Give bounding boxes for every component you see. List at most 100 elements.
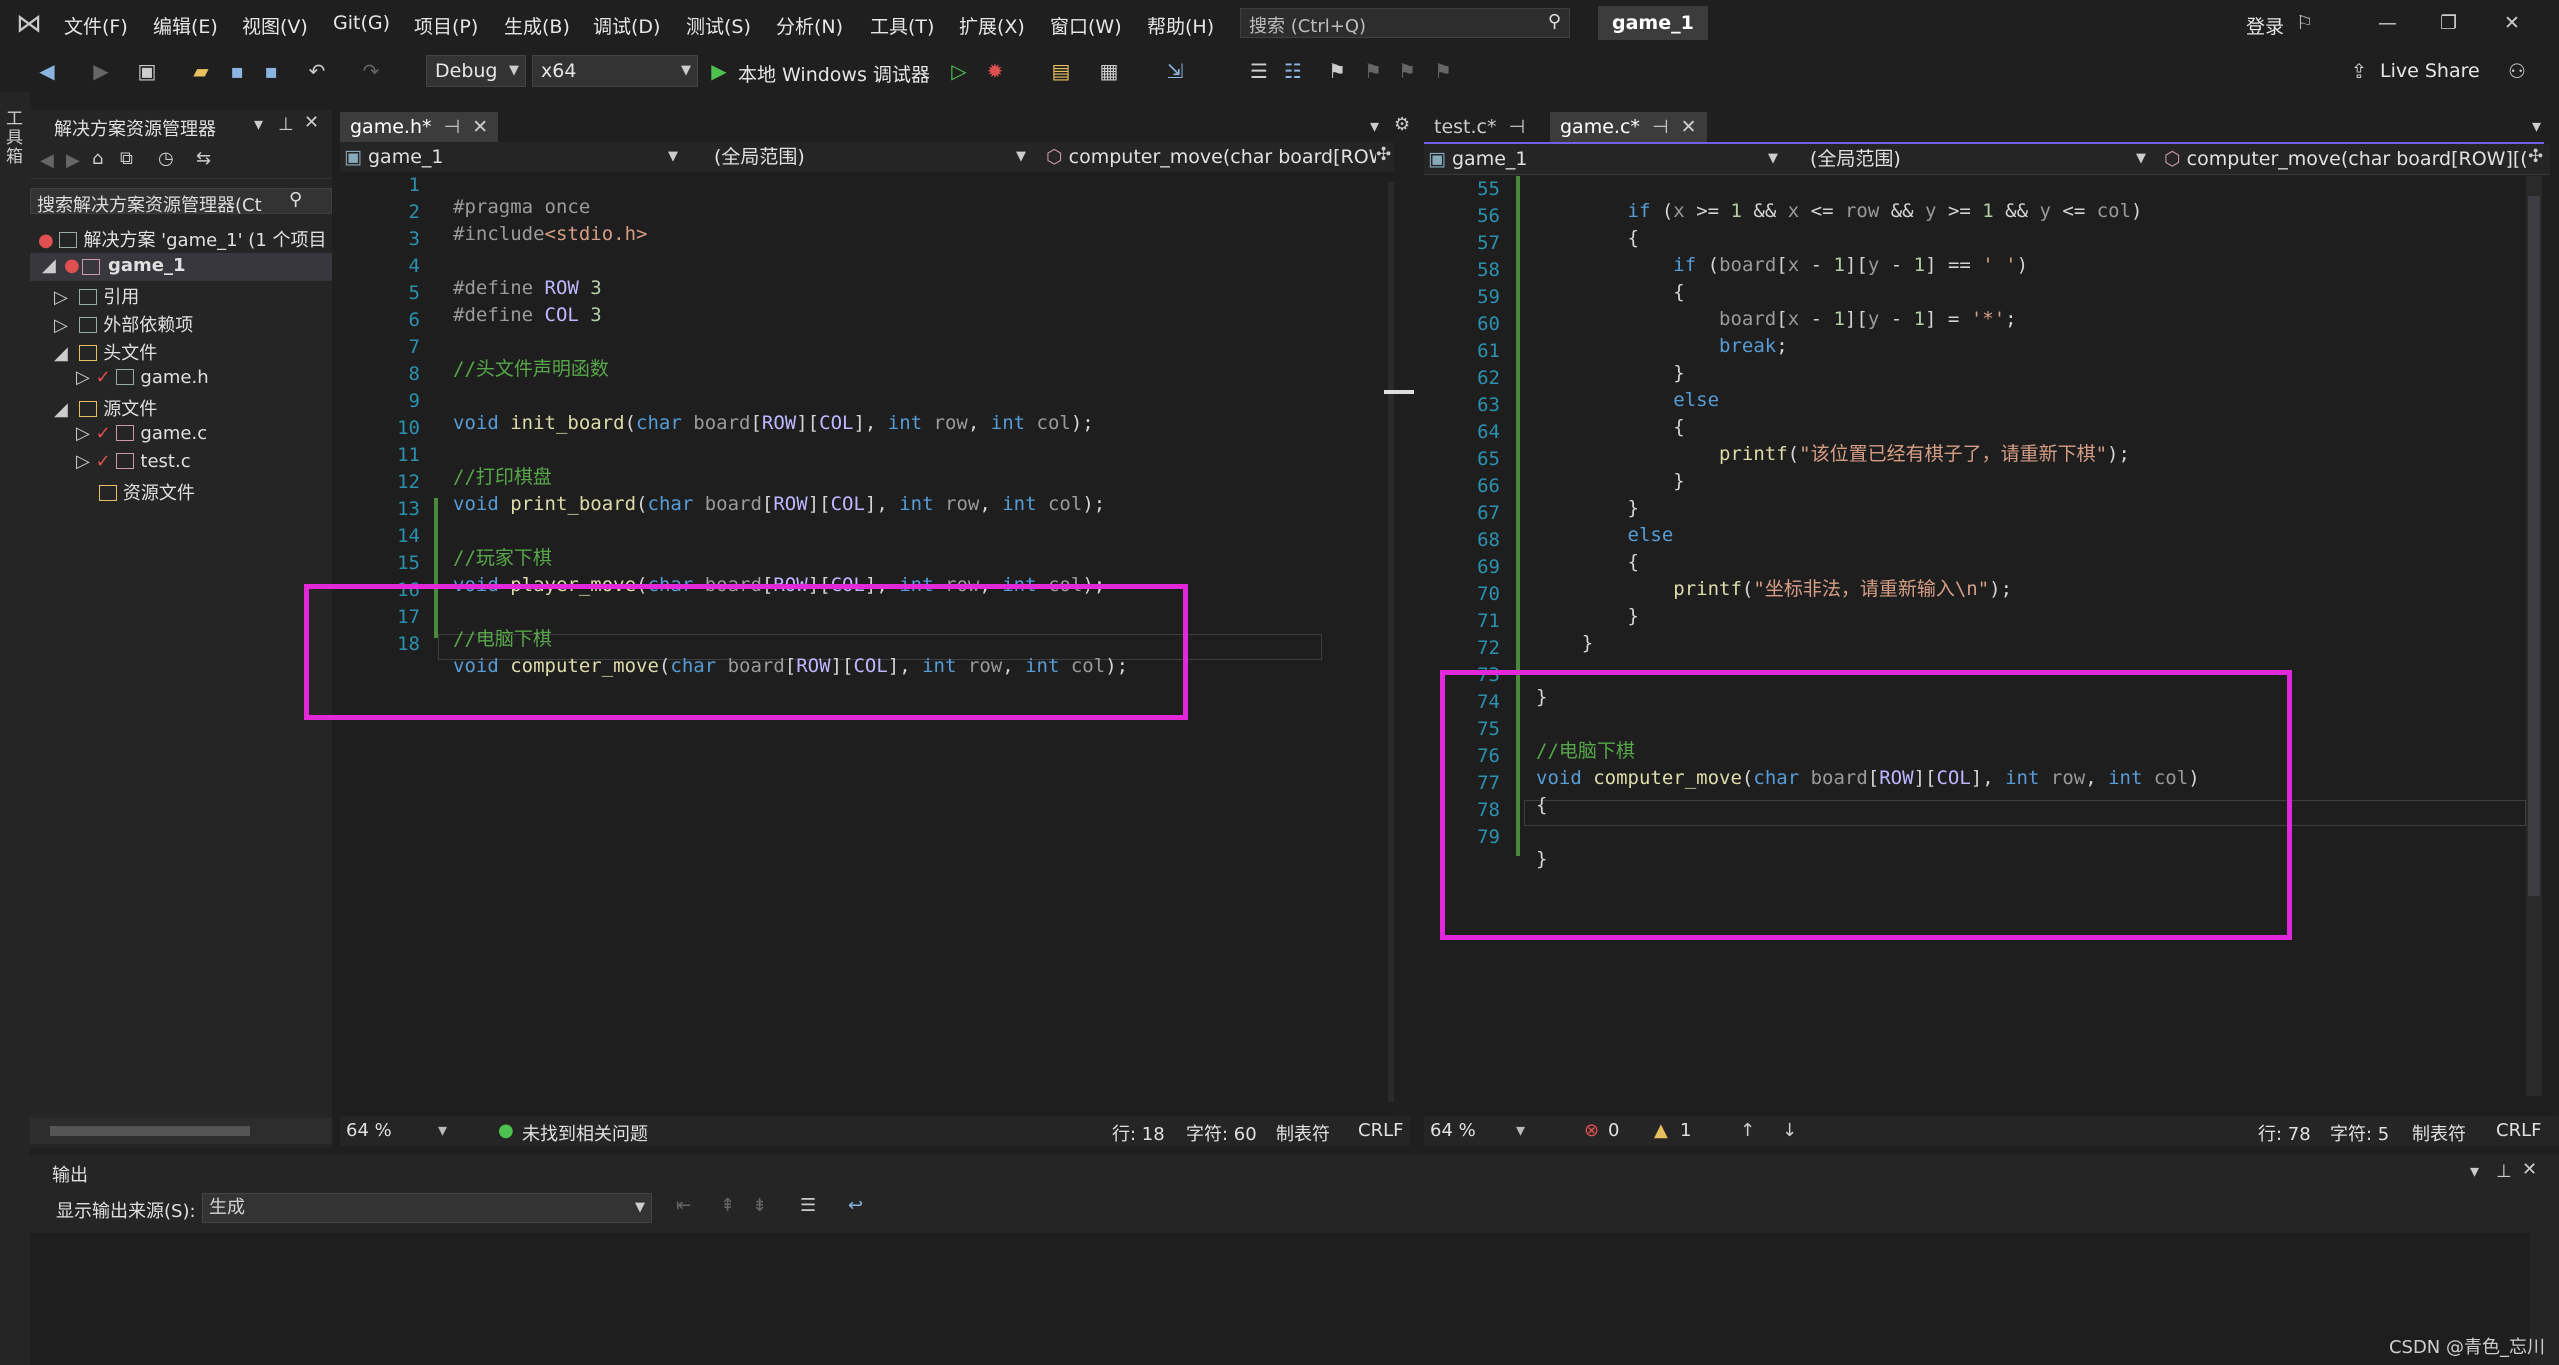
tab-pin-icon[interactable]: ⊣ bbox=[444, 116, 461, 138]
live-share-button[interactable]: Live Share bbox=[2380, 60, 2480, 82]
new-project-icon[interactable]: ▣ bbox=[136, 60, 158, 82]
menu-edit[interactable]: 编辑(E) bbox=[153, 12, 218, 39]
right-split-icon[interactable]: ✣ bbox=[2528, 146, 2543, 167]
run-without-debug-icon[interactable]: ▷ bbox=[948, 60, 970, 82]
tab-test-c[interactable]: test.c* ⊣ bbox=[1424, 112, 1535, 142]
left-zoom[interactable]: 64 % bbox=[346, 1120, 392, 1141]
panel-options-icon[interactable]: ▾ bbox=[254, 114, 263, 135]
home-icon[interactable]: ⌂ bbox=[92, 148, 103, 169]
prev-issue-icon[interactable]: ↑ bbox=[1740, 1120, 1755, 1141]
tab-close-icon[interactable]: ✕ bbox=[1681, 116, 1697, 138]
menu-view[interactable]: 视图(V) bbox=[242, 12, 308, 39]
tab-close-icon[interactable]: ✕ bbox=[472, 116, 488, 138]
split-icon[interactable]: ✣ bbox=[1376, 144, 1391, 165]
back-icon[interactable]: ◀ bbox=[36, 60, 58, 82]
tree-resource-files[interactable]: 资源文件 bbox=[76, 479, 195, 505]
tree-solution[interactable]: ● 解决方案 'game_1' (1 个项目 bbox=[38, 226, 327, 252]
tab-pin-icon[interactable]: ⊣ bbox=[1509, 116, 1526, 138]
bookmark-prev-icon[interactable]: ⚑ bbox=[1362, 60, 1384, 82]
switch-view-icon[interactable]: ⧉ bbox=[120, 148, 133, 169]
right-tabs-mode[interactable]: 制表符 bbox=[2412, 1120, 2466, 1146]
menu-help[interactable]: 帮助(H) bbox=[1147, 12, 1214, 39]
right-nav-scope[interactable]: (全局范围) ▼ bbox=[1796, 144, 2152, 174]
sol-back-icon[interactable]: ◀ bbox=[40, 150, 54, 171]
sol-forward-icon[interactable]: ▶ bbox=[66, 150, 80, 171]
output-close-icon[interactable]: ✕ bbox=[2522, 1159, 2537, 1180]
account-pin-icon[interactable]: ⚐ bbox=[2296, 12, 2313, 34]
menu-project[interactable]: 项目(P) bbox=[414, 12, 478, 39]
sync-icon[interactable]: ⇆ bbox=[196, 148, 211, 169]
right-code-editor[interactable]: 55 56 57 58 59 60 61 62 63 64 65 66 67 68 69 70 71 7… bbox=[1424, 176, 2550, 1114]
find-message-icon[interactable]: ⇤ bbox=[676, 1195, 691, 1216]
tab-settings-icon[interactable]: ⚙ bbox=[1394, 114, 1410, 135]
tab-pin-icon[interactable]: ⊣ bbox=[1652, 116, 1669, 138]
close-panel-icon[interactable]: ✕ bbox=[304, 112, 319, 133]
next-message-icon[interactable]: ⇟ bbox=[752, 1195, 767, 1216]
pin-icon[interactable]: ⊥ bbox=[278, 114, 294, 135]
right-vscroll[interactable] bbox=[2526, 176, 2542, 1096]
tree-test-c[interactable]: ▷ ✓ test.c bbox=[76, 451, 191, 472]
left-nav-member[interactable]: ⬡ computer_move(char board[ROW bbox=[1046, 142, 1376, 172]
menu-debug[interactable]: 调试(D) bbox=[593, 12, 660, 39]
tab-list-icon[interactable]: ▾ bbox=[1370, 116, 1379, 137]
login-link[interactable]: 登录 bbox=[2246, 12, 2284, 39]
menu-window[interactable]: 窗口(W) bbox=[1050, 12, 1122, 39]
bookmark-icon[interactable]: ⚑ bbox=[1326, 60, 1348, 82]
search-box[interactable]: 搜索 (Ctrl+Q) ⚲ bbox=[1240, 8, 1570, 38]
next-issue-icon[interactable]: ↓ bbox=[1782, 1120, 1797, 1141]
right-nav-project[interactable]: ▣ game_1 ▼ bbox=[1428, 144, 1784, 174]
menu-extensions[interactable]: 扩展(X) bbox=[959, 12, 1025, 39]
solution-hscroll-thumb[interactable] bbox=[50, 1126, 250, 1136]
hot-reload-icon[interactable]: ✹ bbox=[984, 60, 1006, 82]
zoom-dropdown-icon[interactable]: ▾ bbox=[1516, 1120, 1525, 1141]
comment-icon[interactable]: ☰ bbox=[1248, 60, 1270, 82]
bookmark-clear-icon[interactable]: ⚑ bbox=[1432, 60, 1454, 82]
tree-external-deps[interactable]: ▷ 外部依赖项 bbox=[54, 311, 193, 337]
close-window-icon[interactable]: ✕ bbox=[2504, 12, 2520, 34]
minimize-icon[interactable]: — bbox=[2378, 12, 2397, 34]
prev-message-icon[interactable]: ⇞ bbox=[720, 1195, 735, 1216]
output-pin-icon[interactable]: ⊥ bbox=[2496, 1161, 2512, 1182]
platform-select[interactable]: x64 ▼ bbox=[532, 55, 698, 87]
tree-project[interactable]: ◢ ● game_1 bbox=[30, 253, 332, 281]
tree-header-files[interactable]: ◢ 头文件 bbox=[54, 339, 157, 365]
tree-source-files[interactable]: ◢ 源文件 bbox=[54, 395, 157, 421]
word-wrap-icon[interactable]: ↩ bbox=[848, 1195, 863, 1216]
run-debugger-button[interactable]: 本地 Windows 调试器 bbox=[738, 60, 930, 87]
save-all-icon[interactable]: ▪ bbox=[260, 60, 282, 82]
solution-search-box[interactable]: 搜索解决方案资源管理器(Ct ⚲ bbox=[30, 188, 332, 216]
solution-hscroll[interactable] bbox=[30, 1118, 332, 1144]
run-icon[interactable]: ▶ bbox=[708, 60, 730, 82]
clear-all-icon[interactable]: ☰ bbox=[800, 1195, 816, 1216]
save-icon[interactable]: ▪ bbox=[226, 60, 248, 82]
menu-build[interactable]: 生成(B) bbox=[504, 12, 570, 39]
tree-game-h[interactable]: ▷ ✓ game.h bbox=[76, 367, 209, 388]
menu-tools[interactable]: 工具(T) bbox=[870, 12, 934, 39]
live-share-icon[interactable]: ⇪ bbox=[2348, 60, 2370, 82]
right-vscroll-thumb[interactable] bbox=[2528, 196, 2540, 896]
left-tabs-mode[interactable]: 制表符 bbox=[1276, 1120, 1330, 1146]
left-vscroll[interactable] bbox=[1388, 182, 1394, 1102]
left-issues[interactable]: 未找到相关问题 bbox=[522, 1120, 648, 1146]
left-nav-scope[interactable]: (全局范围) ▼ bbox=[700, 142, 1032, 172]
tree-references[interactable]: ▷ 引用 bbox=[54, 283, 139, 309]
pending-changes-icon[interactable]: ◷ bbox=[158, 148, 174, 169]
tree-game-c[interactable]: ▷ ✓ game.c bbox=[76, 423, 207, 444]
layout-icon[interactable]: ▦ bbox=[1098, 60, 1120, 82]
open-folder-icon[interactable]: ▰ bbox=[190, 60, 212, 82]
undo-icon[interactable]: ↶ bbox=[306, 60, 328, 82]
tab-game-h[interactable]: game.h* ⊣ ✕ bbox=[340, 112, 499, 142]
bookmark-next-icon[interactable]: ⚑ bbox=[1396, 60, 1418, 82]
menu-analyze[interactable]: 分析(N) bbox=[776, 12, 843, 39]
uncomment-icon[interactable]: ☷ bbox=[1282, 60, 1304, 82]
left-code-editor[interactable]: 123 456 789 10 11 12 13 14 15 16 17 18 #pragma… bbox=[340, 172, 1394, 1114]
right-tab-list-icon[interactable]: ▾ bbox=[2532, 116, 2541, 137]
output-text-area[interactable] bbox=[30, 1233, 2530, 1365]
right-warnings[interactable]: 1 bbox=[1680, 1120, 1691, 1141]
right-eol[interactable]: CRLF bbox=[2496, 1120, 2541, 1141]
browse-icon[interactable]: ▤ bbox=[1050, 60, 1072, 82]
forward-icon[interactable]: ▶ bbox=[90, 60, 112, 82]
tab-game-c[interactable]: game.c* ⊣ ✕ bbox=[1550, 112, 1707, 144]
right-errors[interactable]: 0 bbox=[1608, 1120, 1619, 1141]
menu-test[interactable]: 测试(S) bbox=[686, 12, 751, 39]
